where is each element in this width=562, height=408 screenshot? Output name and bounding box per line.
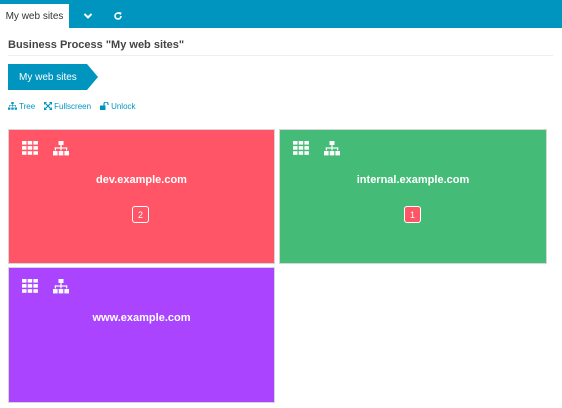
count-badge[interactable]: 2	[132, 206, 149, 223]
hierarchy-icon[interactable]	[53, 141, 69, 156]
breadcrumb-label: My web sites	[19, 71, 77, 83]
tile-icon-group	[22, 279, 69, 294]
tab-label: My web sites	[5, 10, 64, 22]
grid-icon[interactable]	[293, 141, 309, 155]
refresh-icon	[114, 12, 122, 20]
tile-icon-group	[22, 141, 69, 156]
page-title: Business Process "My web sites"	[8, 39, 553, 56]
tab-my-web-sites[interactable]: My web sites	[0, 4, 69, 28]
fullscreen-icon	[44, 102, 53, 110]
tree-link[interactable]: Tree	[8, 100, 35, 112]
tile-internal[interactable]: internal.example.com 1	[279, 129, 547, 264]
refresh-button[interactable]	[104, 6, 132, 26]
tree-label: Tree	[19, 101, 36, 111]
count-badge[interactable]: 1	[404, 206, 421, 223]
chevron-down-icon	[83, 13, 93, 19]
tile-title: www.example.com	[92, 312, 191, 324]
tile-icon-group	[293, 141, 340, 156]
tile-www[interactable]: www.example.com	[8, 267, 275, 403]
tree-icon	[8, 102, 17, 110]
breadcrumb-my-web-sites[interactable]: My web sites	[8, 64, 98, 90]
fullscreen-label: Fullscreen	[54, 101, 92, 111]
tile-title: internal.example.com	[356, 174, 470, 186]
top-bar: My web sites	[0, 0, 562, 28]
unlock-label: Unlock	[111, 101, 136, 111]
grid-icon[interactable]	[22, 141, 38, 155]
grid-icon[interactable]	[22, 279, 38, 293]
hierarchy-icon[interactable]	[53, 279, 69, 294]
tile-dev[interactable]: dev.example.com 2	[8, 129, 275, 264]
action-bar: Tree Fullscreen Unlock	[8, 100, 136, 112]
tab-dropdown-button[interactable]	[74, 6, 102, 26]
fullscreen-link[interactable]: Fullscreen	[44, 100, 91, 112]
tile-title: dev.example.com	[96, 174, 187, 186]
unlock-icon	[100, 102, 109, 110]
hierarchy-icon[interactable]	[324, 141, 340, 156]
unlock-link[interactable]: Unlock	[100, 100, 136, 112]
